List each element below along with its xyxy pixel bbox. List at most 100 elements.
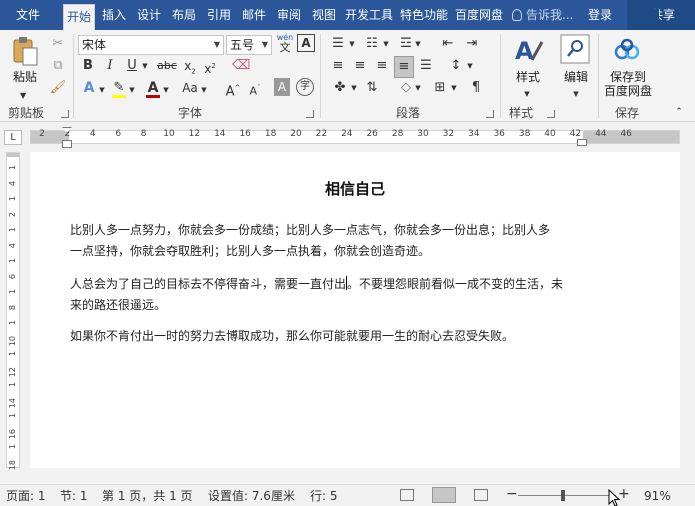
multilevel-list-icon[interactable]: ☲ <box>396 34 416 54</box>
tab-view[interactable]: 视图 <box>308 0 340 30</box>
styles-button[interactable]: 样式 <box>508 70 548 84</box>
status-page[interactable]: 页面: 1 <box>6 488 46 504</box>
paragraph-3[interactable]: 如果你不肯付出一时的努力去博取成功，那么你可能就要用一生的耐心去忍受失败。 <box>70 326 585 347</box>
tab-layout[interactable]: 布局 <box>168 0 200 30</box>
tab-review[interactable]: 审阅 <box>273 0 305 30</box>
shading-icon[interactable]: ◇ <box>396 78 416 98</box>
vertical-scrollbar[interactable] <box>681 152 695 468</box>
styles-launcher-icon[interactable] <box>547 110 555 118</box>
align-right-icon[interactable]: ≡ <box>372 56 392 76</box>
chevron-down-icon[interactable]: ▼ <box>348 34 356 54</box>
editing-button[interactable]: 编辑 <box>556 70 596 84</box>
paragraph-2[interactable]: 人总会为了自己的目标去不停得奋斗，需要一直付出。不要埋怨眼前看似一成不变的生活，… <box>70 274 585 316</box>
chevron-down-icon[interactable]: ▼ <box>98 80 106 100</box>
chevron-down-icon[interactable]: ▼ <box>382 34 390 54</box>
chevron-down-icon[interactable]: ▼ <box>522 84 532 104</box>
paste-icon[interactable] <box>12 36 40 66</box>
tab-insert[interactable]: 插入 <box>98 0 130 30</box>
align-center-icon[interactable]: ≡ <box>350 56 370 76</box>
horizontal-ruler[interactable]: L 2 2 4 6 8 10 12 14 16 18 20 22 24 26 28 30 32 34 36 38 40 4… <box>0 127 695 148</box>
tab-references[interactable]: 引用 <box>203 0 235 30</box>
status-line[interactable]: 行: 5 <box>310 488 338 504</box>
copy-icon[interactable]: ⧉ <box>48 56 68 76</box>
phonetic-guide-icon[interactable]: wén 文 <box>276 33 294 54</box>
font-launcher-icon[interactable] <box>306 110 314 118</box>
format-painter-icon[interactable]: 🖌 <box>48 78 68 98</box>
chevron-down-icon[interactable]: ▼ <box>414 34 422 54</box>
chevron-down-icon[interactable]: ▼ <box>200 80 208 100</box>
tell-me-box[interactable]: 告诉我... <box>512 0 573 30</box>
chevron-down-icon[interactable]: ▼ <box>414 78 422 98</box>
tab-selector[interactable]: L <box>4 130 22 145</box>
italic-icon[interactable]: I <box>102 56 118 76</box>
tab-baidu-netdisk[interactable]: 百度网盘 <box>452 0 506 30</box>
show-marks-icon[interactable]: ¶ <box>466 78 486 98</box>
strikethrough-icon[interactable]: abc <box>156 56 178 76</box>
bold-icon[interactable]: B <box>80 56 96 76</box>
web-layout-icon[interactable] <box>474 489 488 501</box>
login-button[interactable]: 登录 <box>588 0 612 30</box>
change-case-icon[interactable]: Aa <box>178 78 202 98</box>
chevron-down-icon[interactable]: ▼ <box>140 56 150 76</box>
justify-icon[interactable]: ≡ <box>394 56 414 78</box>
collapse-ribbon-icon[interactable]: ⌃ <box>672 102 686 122</box>
zoom-out-button[interactable]: − <box>506 486 518 502</box>
right-indent-marker[interactable] <box>577 139 587 146</box>
text-effects-icon[interactable]: A <box>80 78 98 98</box>
tab-developer[interactable]: 开发工具 <box>343 0 395 30</box>
zoom-level[interactable]: 91% <box>644 488 671 504</box>
paste-dropdown-icon[interactable]: ▼ <box>20 86 26 106</box>
clipboard-launcher-icon[interactable] <box>61 110 69 118</box>
tab-home[interactable]: 开始 <box>63 4 95 30</box>
chevron-down-icon[interactable]: ▼ <box>128 80 136 100</box>
sort-icon[interactable]: ⇅ <box>362 78 382 98</box>
chinese-layout-icon[interactable]: ✤ <box>330 78 350 98</box>
increase-indent-icon[interactable]: ⇥ <box>462 34 482 54</box>
search-icon[interactable] <box>560 34 590 64</box>
chevron-down-icon[interactable]: ▼ <box>162 80 170 100</box>
borders-icon[interactable]: ⊞ <box>430 78 450 98</box>
highlight-icon[interactable]: ✎ <box>110 78 128 98</box>
share-button[interactable]: 共享 <box>627 0 695 30</box>
status-page-count[interactable]: 第 1 页，共 1 页 <box>102 488 193 504</box>
align-left-icon[interactable]: ≡ <box>328 56 348 76</box>
font-color-icon[interactable]: A <box>144 78 162 98</box>
status-section[interactable]: 节: 1 <box>60 488 88 504</box>
character-shading-icon[interactable]: A <box>274 78 290 96</box>
character-border-icon[interactable]: A <box>297 34 315 52</box>
cut-icon[interactable]: ✂ <box>48 34 68 54</box>
document-page[interactable]: 相信自己 比别人多一点努力，你就会多一份成绩；比别人多一点志气，你就会多一份出息… <box>30 152 680 468</box>
superscript-icon[interactable]: x2 <box>202 56 218 79</box>
grow-font-icon[interactable]: A^ <box>224 78 242 102</box>
chevron-down-icon[interactable]: ▼ <box>466 56 474 76</box>
decrease-indent-icon[interactable]: ⇤ <box>438 34 458 54</box>
chevron-down-icon[interactable]: ▼ <box>571 84 581 104</box>
numbering-icon[interactable]: ☷ <box>362 34 382 54</box>
paste-button[interactable]: 粘贴 <box>8 70 42 84</box>
paragraph-launcher-icon[interactable] <box>486 110 494 118</box>
left-indent-marker[interactable] <box>62 140 72 148</box>
bullets-icon[interactable]: ☰ <box>328 34 348 54</box>
zoom-slider-thumb[interactable] <box>561 490 565 501</box>
tab-file[interactable]: 文件 <box>8 0 48 30</box>
chevron-down-icon[interactable]: ▼ <box>450 78 458 98</box>
status-setting[interactable]: 设置值: 7.6厘米 <box>208 488 295 504</box>
line-spacing-icon[interactable]: ↕ <box>446 56 466 76</box>
tab-special-features[interactable]: 特色功能 <box>398 0 450 30</box>
distributed-icon[interactable]: ☰ <box>416 56 436 76</box>
zoom-slider[interactable] <box>518 495 616 496</box>
styles-icon[interactable]: A <box>512 34 544 66</box>
print-layout-icon[interactable] <box>432 487 456 503</box>
save-to-baidu-line1[interactable]: 保存到 <box>600 70 656 84</box>
paragraph-1[interactable]: 比别人多一点努力，你就会多一份成绩；比别人多一点志气，你就会多一份出息；比别人多… <box>70 220 585 262</box>
shrink-font-icon[interactable]: Aˇ <box>246 78 264 102</box>
chevron-down-icon[interactable]: ▼ <box>350 78 358 98</box>
vertical-ruler[interactable]: 1 4 1 2 1 4 1 6 1 8 1 10 1 12 1 14 1 16 1 18 <box>6 152 20 470</box>
clear-formatting-icon[interactable]: ⌫ <box>232 56 250 76</box>
baidu-cloud-icon[interactable] <box>613 38 641 62</box>
enclose-characters-icon[interactable]: 字 <box>296 78 314 96</box>
save-to-baidu-line2[interactable]: 百度网盘 <box>600 84 656 98</box>
tab-design[interactable]: 设计 <box>133 0 165 30</box>
font-name-select[interactable]: 宋体 ▼ <box>78 35 224 55</box>
underline-icon[interactable]: U <box>124 56 140 76</box>
